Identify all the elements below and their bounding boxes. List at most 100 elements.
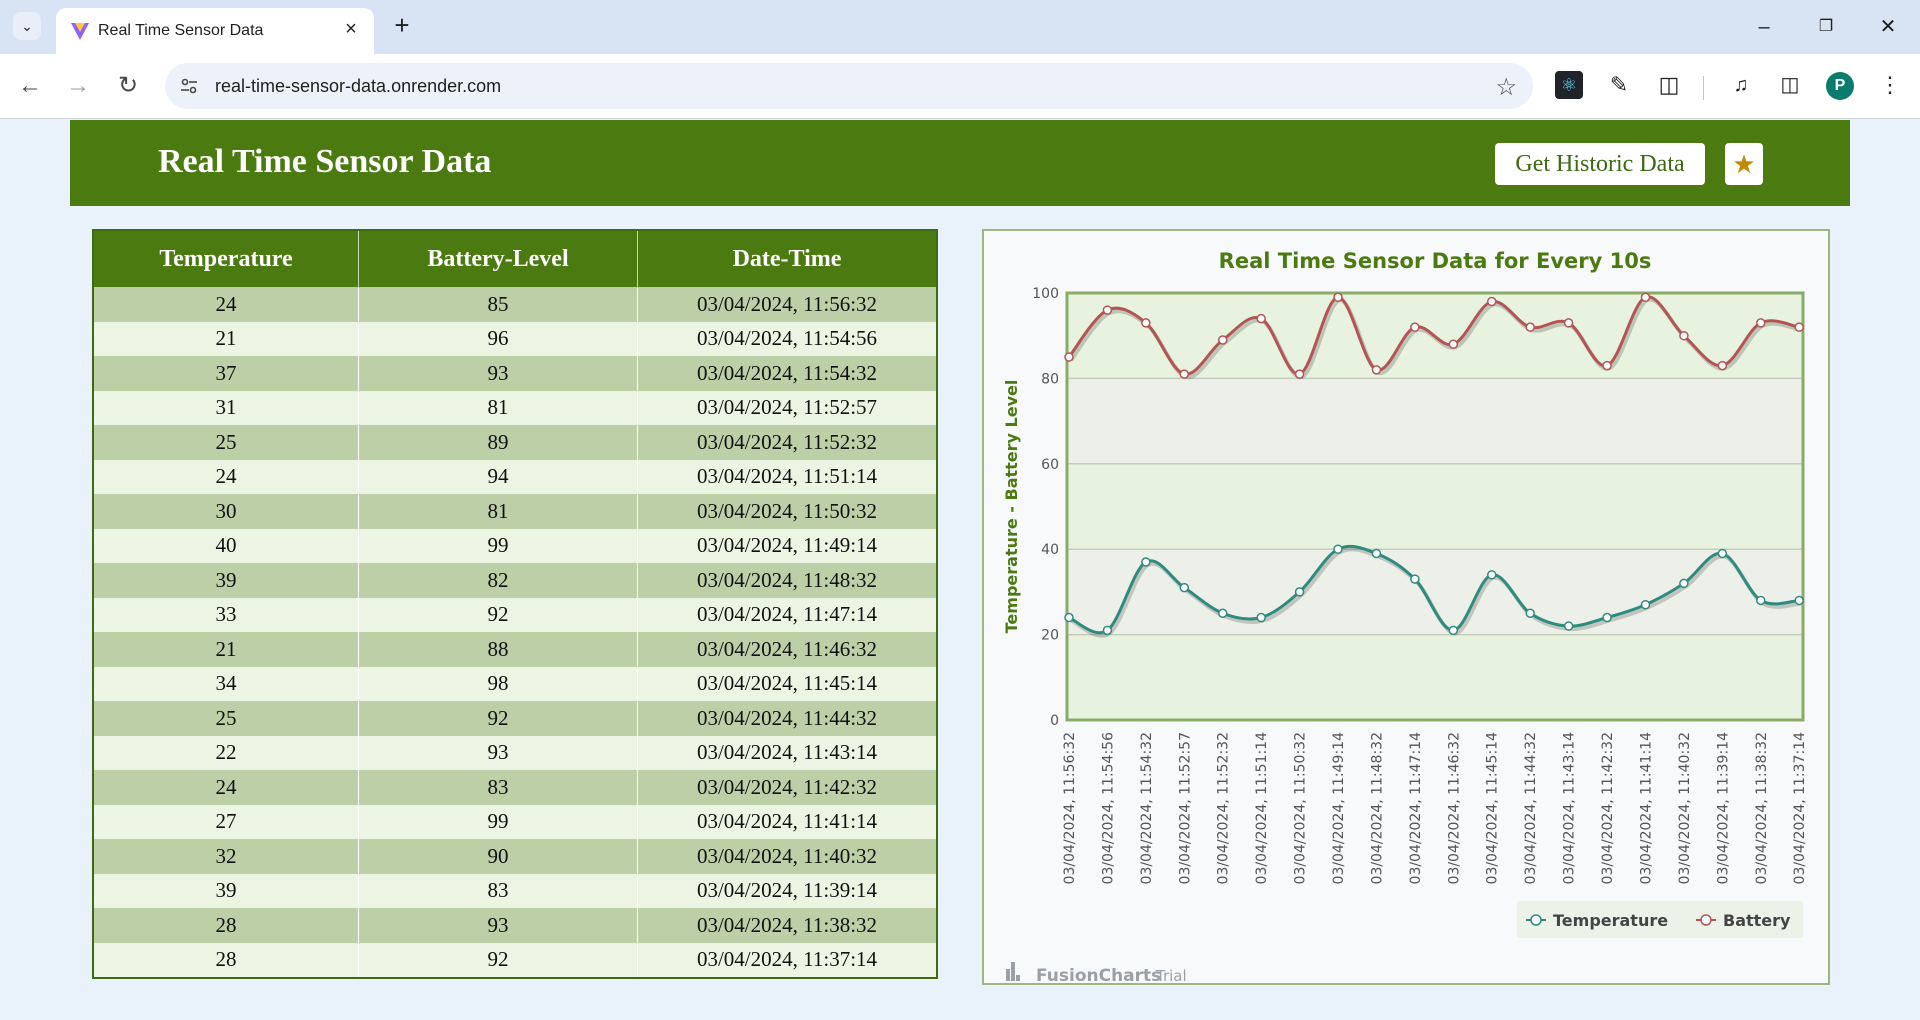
url-text: real-time-sensor-data.onrender.com <box>215 76 502 96</box>
y-tick-label: 80 <box>1041 371 1059 387</box>
legend-marker <box>1530 914 1542 926</box>
get-historic-data-button[interactable]: Get Historic Data <box>1495 143 1705 185</box>
cell-temperature: 24 <box>93 459 359 494</box>
cell-date-time: 03/04/2024, 11:47:14 <box>637 597 937 632</box>
table-header-row: Temperature Battery-Level Date-Time <box>93 230 937 287</box>
address-bar[interactable]: real-time-sensor-data.onrender.com ☆ <box>165 63 1533 109</box>
minimize-icon[interactable]: – <box>1744 12 1784 42</box>
cell-temperature: 22 <box>93 735 359 770</box>
data-point <box>1448 625 1459 636</box>
cell-date-time: 03/04/2024, 11:50:32 <box>637 494 937 529</box>
data-point <box>1371 548 1382 559</box>
data-point <box>1102 305 1113 315</box>
table-row: 24 94 03/04/2024, 11:51:14 <box>93 459 937 494</box>
media-icon[interactable]: ♫ <box>1727 71 1755 99</box>
table-row: 34 98 03/04/2024, 11:45:14 <box>93 666 937 701</box>
watermark-suffix: Trial <box>1155 967 1187 983</box>
data-point <box>1294 369 1305 379</box>
star-icon[interactable]: ☆ <box>1495 73 1517 102</box>
data-point <box>1640 292 1651 303</box>
data-point <box>1256 313 1266 324</box>
cell-date-time: 03/04/2024, 11:41:14 <box>637 804 937 839</box>
x-tick-label: 03/04/2024, 11:44:32 <box>1523 732 1539 884</box>
cell-battery-level: 81 <box>358 494 638 529</box>
data-point <box>1717 360 1728 371</box>
browser-toolbar: ← → ↻ real-time-sensor-data.onrender.com… <box>0 54 1920 119</box>
cell-date-time: 03/04/2024, 11:37:14 <box>637 942 937 978</box>
site-info-icon[interactable] <box>179 76 199 96</box>
sensor-line-chart: Real Time Sensor Data for Every 10s 0 20 40… <box>1002 249 1808 983</box>
table-row: 21 96 03/04/2024, 11:54:56 <box>93 321 937 356</box>
table-row: 32 90 03/04/2024, 11:40:32 <box>93 839 937 874</box>
cell-temperature: 40 <box>93 528 359 563</box>
cell-temperature: 39 <box>93 873 359 908</box>
logo-bar <box>1011 962 1015 981</box>
tab-title: Real Time Sensor Data <box>98 22 264 39</box>
data-point <box>1679 330 1689 341</box>
cell-temperature: 24 <box>93 287 359 322</box>
plus-icon[interactable]: + <box>388 12 416 40</box>
side-panel-icon[interactable]: ◫ <box>1776 71 1804 99</box>
cell-battery-level: 90 <box>358 839 638 874</box>
data-point <box>1756 595 1766 606</box>
table-row: 25 89 03/04/2024, 11:52:32 <box>93 425 937 460</box>
back-arrow-icon[interactable]: ← <box>14 70 46 102</box>
cell-temperature: 37 <box>93 356 359 391</box>
data-point <box>1563 621 1574 631</box>
table-row: 28 93 03/04/2024, 11:38:32 <box>93 908 937 943</box>
legend-item-temperature: Temperature <box>1553 911 1668 930</box>
cell-temperature: 25 <box>93 425 359 460</box>
fusioncharts-logo-icon <box>1006 962 1020 981</box>
reload-icon[interactable]: ↻ <box>112 70 144 102</box>
tab-list-icon[interactable]: ⌄ <box>13 12 41 40</box>
cell-temperature: 25 <box>93 701 359 736</box>
extensions-icon[interactable]: ◫ <box>1655 71 1683 99</box>
cell-date-time: 03/04/2024, 11:40:32 <box>637 839 937 874</box>
y-axis-label: Temperature - Battery Level <box>1002 380 1021 634</box>
close-window-icon[interactable]: ✕ <box>1868 12 1908 42</box>
plot-band <box>1067 378 1803 464</box>
x-tick-label: 03/04/2024, 11:52:57 <box>1177 732 1193 884</box>
data-point <box>1217 608 1228 618</box>
cell-temperature: 24 <box>93 770 359 805</box>
cell-battery-level: 83 <box>358 873 638 908</box>
favicon-icon <box>71 23 89 40</box>
x-tick-label: 03/04/2024, 11:56:32 <box>1062 732 1078 884</box>
restore-icon[interactable]: ❐ <box>1806 12 1846 42</box>
react-devtools-icon[interactable]: ⚛ <box>1555 71 1583 99</box>
page-content: Real Time Sensor Data Get Historic Data … <box>0 119 1920 1020</box>
x-tick-label: 03/04/2024, 11:54:32 <box>1139 732 1155 884</box>
plot-band <box>1067 463 1803 550</box>
menu-icon[interactable]: ⋮ <box>1876 71 1904 99</box>
cell-date-time: 03/04/2024, 11:49:14 <box>637 528 937 563</box>
cell-temperature: 21 <box>93 321 359 356</box>
forward-arrow-icon[interactable]: → <box>62 70 94 102</box>
data-point <box>1333 292 1343 303</box>
data-point <box>1410 574 1420 584</box>
data-point <box>1563 318 1574 328</box>
plot-band <box>1067 549 1803 635</box>
active-tab[interactable]: Real Time Sensor Data × <box>56 8 374 54</box>
chart-panel: Real Time Sensor Data for Every 10s 0 20 40… <box>982 229 1830 985</box>
column-header-datetime: Date-Time <box>637 230 937 287</box>
table-row: 22 93 03/04/2024, 11:43:14 <box>93 735 937 770</box>
x-tick-label: 03/04/2024, 11:49:14 <box>1331 732 1347 885</box>
page-title: Real Time Sensor Data <box>158 143 492 180</box>
profile-avatar[interactable]: P <box>1826 72 1854 100</box>
cell-battery-level: 89 <box>358 425 638 460</box>
cell-battery-level: 85 <box>358 287 638 322</box>
cell-date-time: 03/04/2024, 11:46:32 <box>637 632 937 667</box>
cell-battery-level: 93 <box>358 908 638 943</box>
y-tick-label: 20 <box>1041 628 1059 644</box>
close-icon[interactable]: × <box>340 18 362 40</box>
x-tick-label: 03/04/2024, 11:43:14 <box>1562 732 1578 885</box>
favorite-button[interactable]: ★ <box>1725 143 1763 185</box>
cell-date-time: 03/04/2024, 11:51:14 <box>637 459 937 494</box>
sensor-data-table: Temperature Battery-Level Date-Time 24 85… <box>92 229 938 979</box>
eyedropper-icon[interactable]: ✎ <box>1605 71 1633 99</box>
cell-date-time: 03/04/2024, 11:52:32 <box>637 425 937 460</box>
data-point <box>1102 625 1113 636</box>
table-row: 39 83 03/04/2024, 11:39:14 <box>93 873 937 908</box>
table-row: 24 85 03/04/2024, 11:56:32 <box>93 287 937 322</box>
x-tick-label: 03/04/2024, 11:42:32 <box>1600 732 1616 884</box>
